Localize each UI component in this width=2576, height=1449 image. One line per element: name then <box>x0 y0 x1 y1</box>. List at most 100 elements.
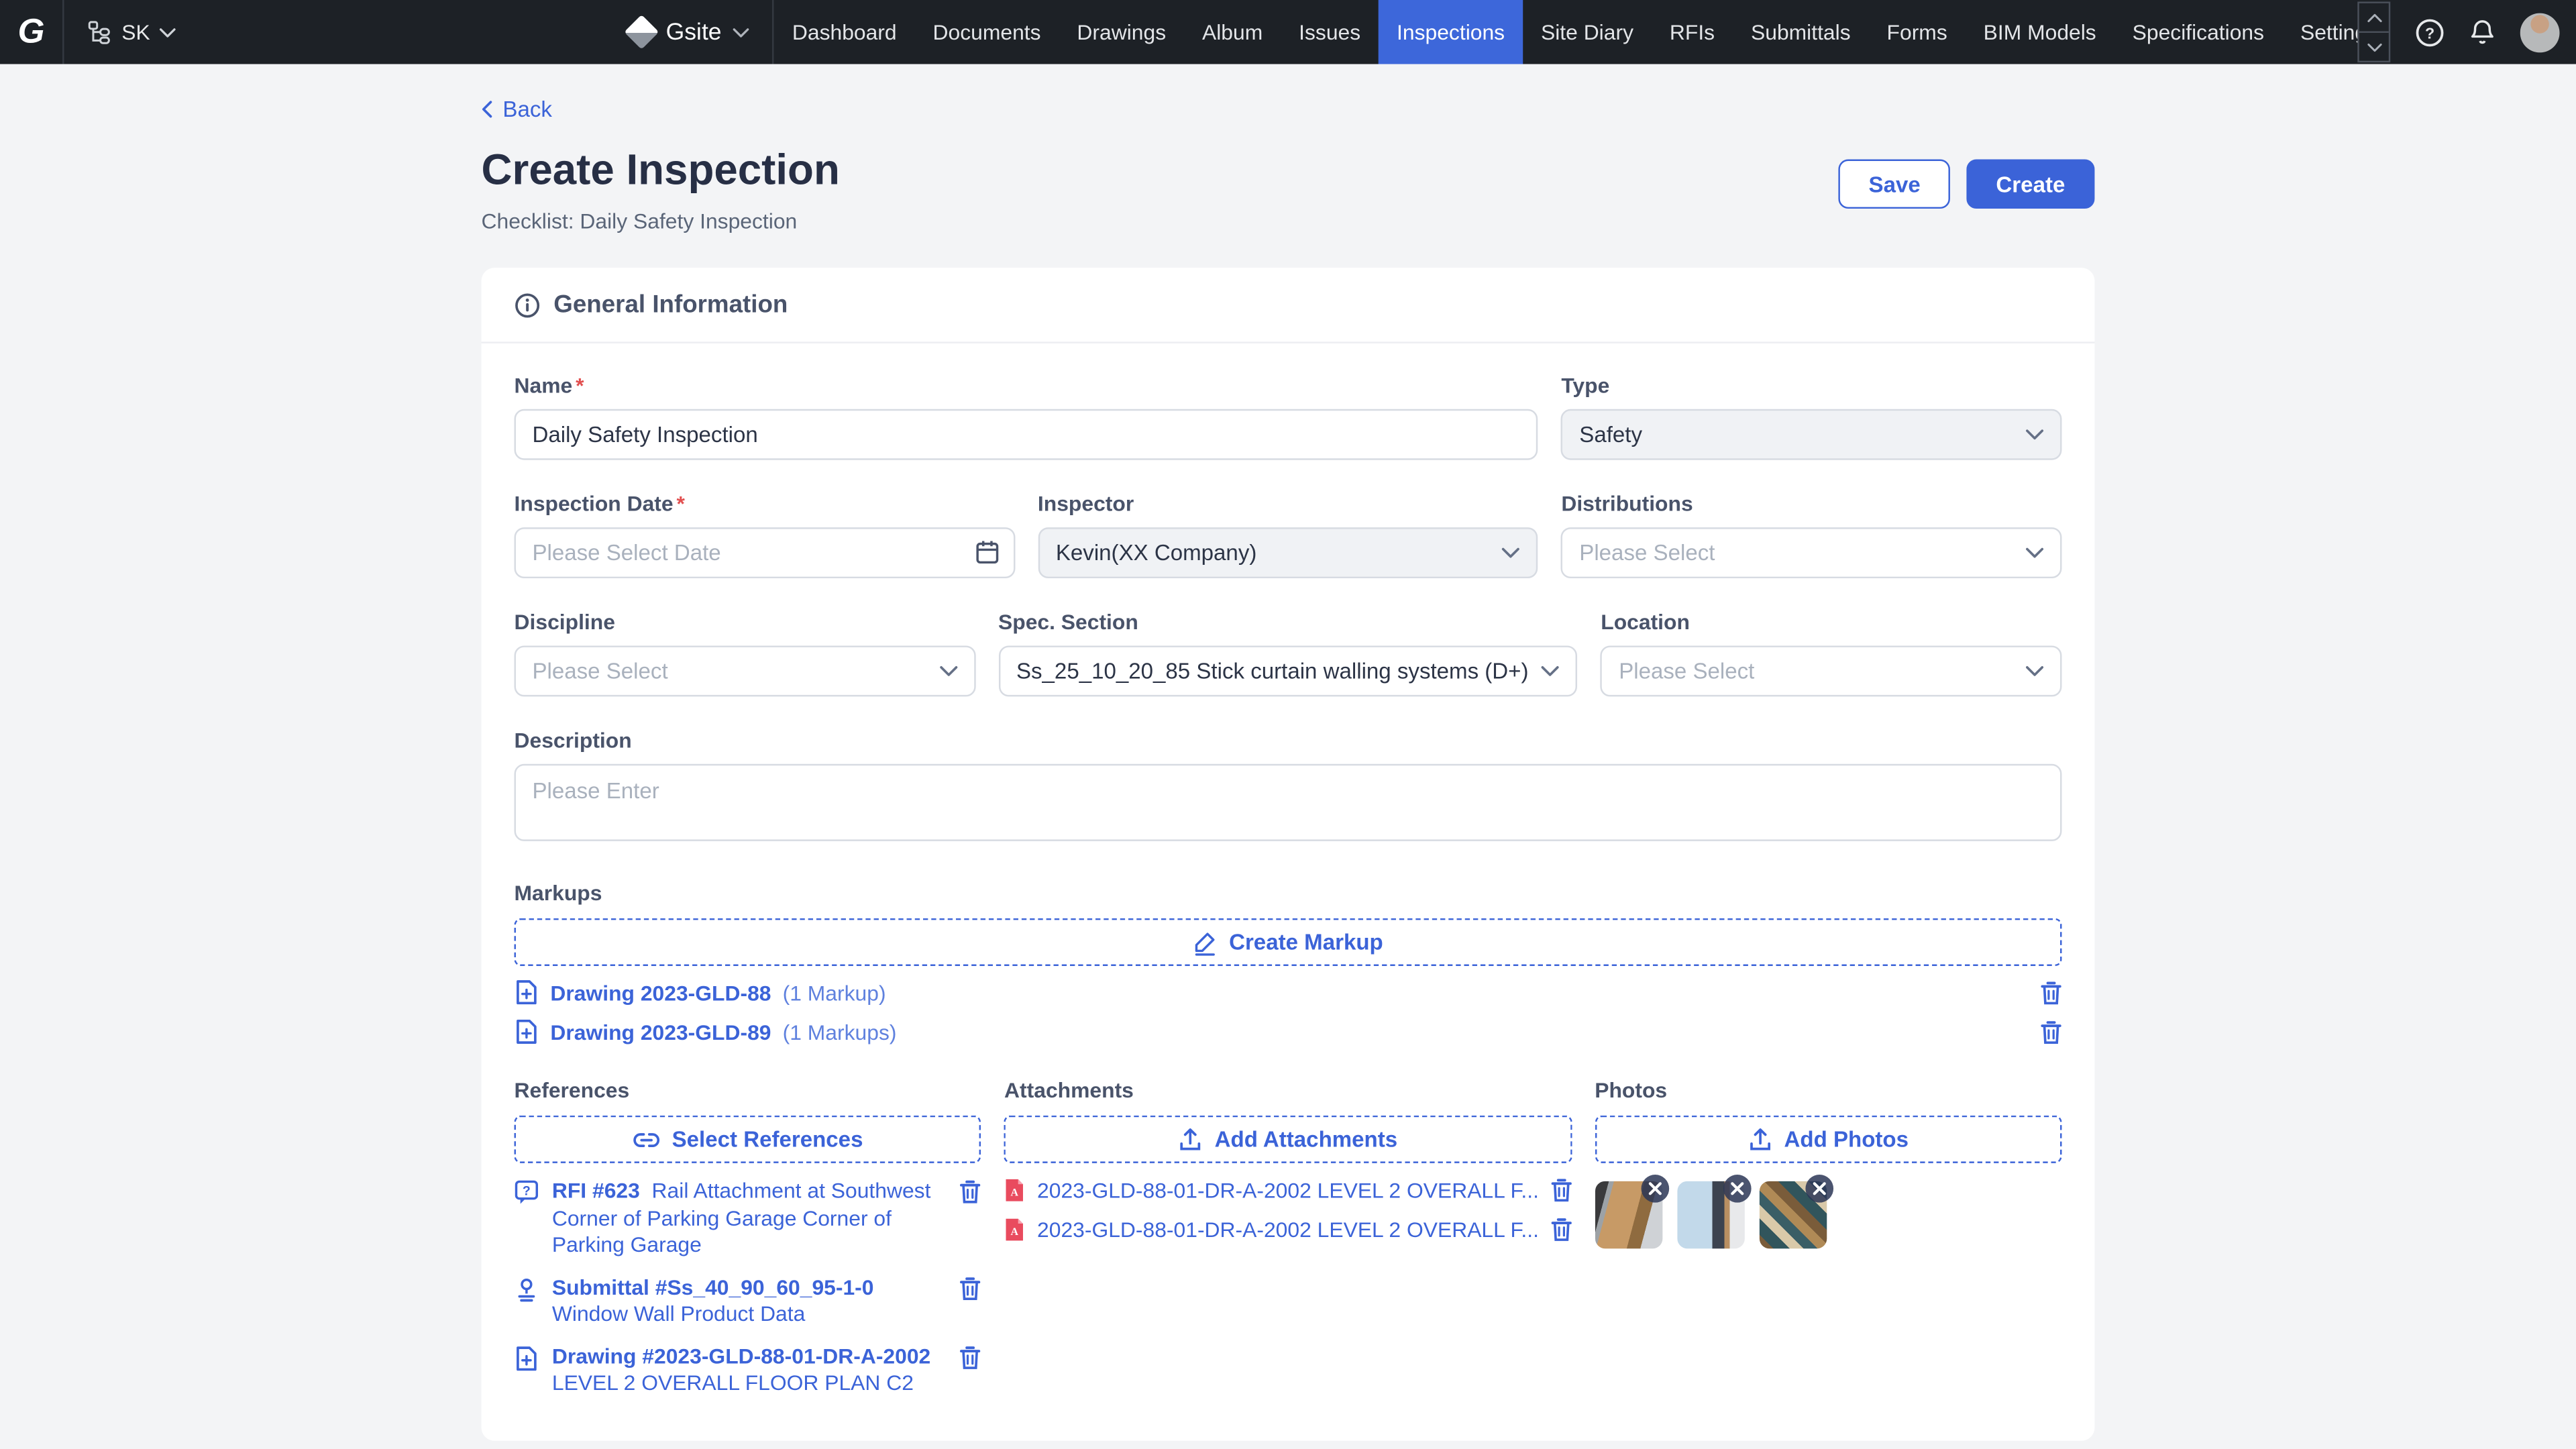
gsite-logo-icon <box>625 15 659 50</box>
nav-scroll-down-button[interactable] <box>2359 32 2389 61</box>
select-references-button[interactable]: Select References <box>515 1116 981 1163</box>
chevron-down-icon <box>733 27 749 37</box>
location-label: Location <box>1601 610 1690 635</box>
reference-link[interactable]: RFI #623 Rail Attachment at Southwest Co… <box>552 1178 947 1259</box>
attachment-link[interactable]: 2023-GLD-88-01-DR-A-2002 LEVEL 2 OVERALL… <box>1037 1178 1539 1203</box>
nav-item-bim-models[interactable]: BIM Models <box>1966 0 2114 64</box>
app-root: G SK Gsite Dashboard Documents Drawings … <box>0 0 2576 1449</box>
add-photos-button[interactable]: Add Photos <box>1595 1116 2061 1163</box>
description-textarea[interactable] <box>515 764 2062 841</box>
pdf-file-icon <box>1004 1218 1026 1242</box>
close-icon <box>1648 1181 1662 1196</box>
notifications-button[interactable] <box>2469 18 2496 46</box>
location-select[interactable]: Please Select <box>1601 645 2061 696</box>
markups-label: Markups <box>515 881 2062 906</box>
type-value: Safety <box>1579 422 1642 447</box>
chevron-down-icon <box>1542 665 1560 677</box>
reference-link[interactable]: Drawing #2023-GLD-88-01-DR-A-2002 LEVEL … <box>552 1343 947 1397</box>
help-button[interactable] <box>2415 17 2445 47</box>
create-markup-button[interactable]: Create Markup <box>515 918 2062 966</box>
inspector-field-group: Inspector Kevin(XX Company) <box>1038 491 1538 578</box>
nav-item-settings[interactable]: Settings <box>2282 0 2358 64</box>
delete-reference-button[interactable] <box>960 1179 981 1204</box>
delete-attachment-button[interactable] <box>1550 1178 1572 1203</box>
photo-thumbnail-cabinet[interactable] <box>1595 1181 1662 1248</box>
nav-item-rfis[interactable]: RFIs <box>1652 0 1733 64</box>
description-field-group: Description <box>515 728 2062 849</box>
nav-item-inspections[interactable]: Inspections <box>1379 0 1523 64</box>
company-logo[interactable]: G <box>0 12 62 52</box>
nav-item-album[interactable]: Album <box>1184 0 1281 64</box>
nav-item-forms[interactable]: Forms <box>1869 0 1966 64</box>
spec-section-value: Ss_25_10_20_85 Stick curtain walling sys… <box>1016 659 1529 684</box>
reference-item: Submittal #Ss_40_90_60_95-1-0 Window Wal… <box>515 1274 981 1328</box>
header-actions: Save Create <box>1839 160 2094 209</box>
bell-icon <box>2469 18 2496 46</box>
page-content: Back Create Inspection Checklist: Daily … <box>482 97 2095 1449</box>
attachments-label: Attachments <box>1004 1078 1572 1103</box>
nav-item-submittals[interactable]: Submittals <box>1733 0 1869 64</box>
product-switcher[interactable]: Gsite <box>607 0 773 64</box>
drawing-file-icon <box>515 1018 539 1044</box>
reference-item: Drawing #2023-GLD-88-01-DR-A-2002 LEVEL … <box>515 1343 981 1397</box>
calendar-icon[interactable] <box>973 539 1000 565</box>
workspace-switcher[interactable]: SK <box>64 0 200 64</box>
create-button[interactable]: Create <box>1966 160 2094 209</box>
name-input[interactable] <box>515 409 1539 460</box>
add-attachments-button[interactable]: Add Attachments <box>1004 1116 1572 1163</box>
nav-item-documents[interactable]: Documents <box>915 0 1059 64</box>
user-avatar[interactable] <box>2520 12 2560 52</box>
delete-markup-button[interactable] <box>2041 980 2062 1005</box>
delete-reference-button[interactable] <box>960 1276 981 1301</box>
section-title: General Information <box>553 290 788 319</box>
back-link[interactable]: Back <box>482 97 552 121</box>
photo-thumbnails <box>1595 1181 2061 1248</box>
markup-drawing-link[interactable]: Drawing 2023-GLD-89 <box>550 1020 771 1044</box>
remove-photo-button[interactable] <box>1641 1175 1669 1203</box>
type-label: Type <box>1561 373 1609 398</box>
delete-markup-button[interactable] <box>2041 1020 2062 1044</box>
inspection-date-input[interactable] <box>515 527 1015 578</box>
inspection-date-label: Inspection Date <box>515 491 674 516</box>
nav-item-issues[interactable]: Issues <box>1281 0 1379 64</box>
nav-item-site-diary[interactable]: Site Diary <box>1523 0 1652 64</box>
name-label: Name <box>515 373 573 398</box>
nav-item-specifications[interactable]: Specifications <box>2114 0 2282 64</box>
save-button[interactable]: Save <box>1839 160 1949 209</box>
back-label: Back <box>502 97 552 121</box>
distributions-select[interactable]: Please Select <box>1561 527 2061 578</box>
references-label: References <box>515 1078 981 1103</box>
delete-reference-button[interactable] <box>960 1344 981 1369</box>
markup-drawing-link[interactable]: Drawing 2023-GLD-88 <box>550 980 771 1005</box>
top-nav: G SK Gsite Dashboard Documents Drawings … <box>0 0 2576 64</box>
remove-photo-button[interactable] <box>1805 1175 1833 1203</box>
chevron-down-icon <box>2026 665 2044 677</box>
trash-icon <box>1550 1178 1572 1203</box>
attachment-link[interactable]: 2023-GLD-88-01-DR-A-2002 LEVEL 2 OVERALL… <box>1037 1218 1539 1242</box>
inspector-select[interactable]: Kevin(XX Company) <box>1038 527 1538 578</box>
type-select[interactable]: Safety <box>1561 409 2061 460</box>
trash-icon <box>2041 980 2062 1005</box>
page-subtitle: Checklist: Daily Safety Inspection <box>482 209 840 233</box>
chevron-down-icon <box>2026 429 2044 440</box>
nav-item-dashboard[interactable]: Dashboard <box>774 0 915 64</box>
spec-section-label: Spec. Section <box>998 610 1138 635</box>
markup-count: (1 Markups) <box>783 1020 897 1044</box>
chevron-down-icon <box>160 27 176 37</box>
discipline-select[interactable]: Please Select <box>515 645 975 696</box>
remove-photo-button[interactable] <box>1723 1175 1751 1203</box>
close-icon <box>1729 1181 1744 1196</box>
distributions-label: Distributions <box>1561 491 1693 516</box>
page-title-block: Create Inspection Checklist: Daily Safet… <box>482 145 840 233</box>
photo-thumbnail-hoist[interactable] <box>1677 1181 1744 1248</box>
delete-attachment-button[interactable] <box>1550 1218 1572 1242</box>
nav-overflow-scroller <box>2358 1 2391 62</box>
spec-section-select[interactable]: Ss_25_10_20_85 Stick curtain walling sys… <box>998 645 1578 696</box>
upload-icon <box>1179 1127 1203 1152</box>
nav-item-drawings[interactable]: Drawings <box>1059 0 1184 64</box>
description-label: Description <box>515 728 632 753</box>
linked-items-section: References Select References RFI #623 Ra… <box>515 1078 2062 1397</box>
nav-scroll-up-button[interactable] <box>2359 3 2389 32</box>
reference-link[interactable]: Submittal #Ss_40_90_60_95-1-0 Window Wal… <box>552 1274 947 1328</box>
photo-thumbnail-aerial[interactable] <box>1759 1181 1826 1248</box>
